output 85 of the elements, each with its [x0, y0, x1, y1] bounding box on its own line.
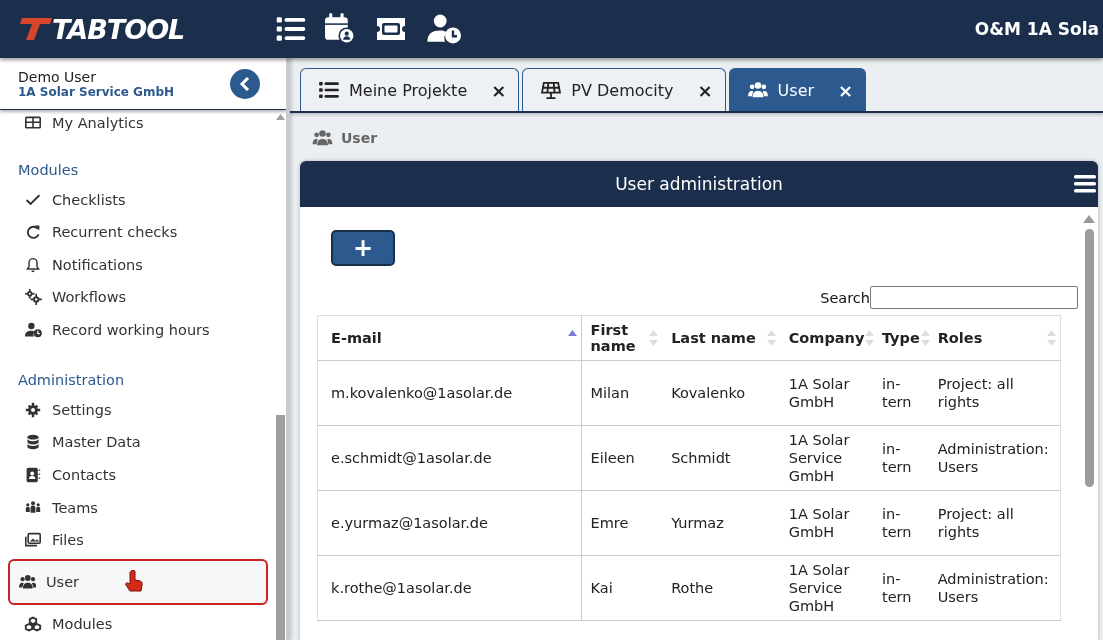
table-cell: 1A Solar GmbH: [779, 360, 873, 426]
column-header[interactable]: E-mail: [317, 315, 582, 361]
group-icon: [24, 499, 42, 516]
table-cell: m.kovalenko@1asolar.de: [317, 360, 582, 426]
solar-panel-icon: [541, 81, 562, 99]
sidebar-item[interactable]: Record working hours: [8, 313, 268, 347]
sidebar-item[interactable]: Contacts: [8, 458, 268, 492]
cubes-icon: [24, 615, 42, 632]
close-button[interactable]: ×: [697, 79, 713, 101]
table-cell: Administration: Users: [928, 555, 1061, 621]
search-label: Search: [820, 289, 870, 306]
user-name: Demo User: [18, 68, 97, 85]
table-cell: Project: all rights: [928, 360, 1061, 426]
table-cell: Kovalenko: [662, 360, 780, 426]
column-header[interactable]: Company: [779, 315, 873, 361]
section-heading: Administration: [17, 371, 126, 391]
refresh-icon: [24, 224, 42, 241]
chevron-left-icon: [239, 76, 251, 91]
gears-icon: [24, 289, 42, 306]
close-button[interactable]: ×: [838, 79, 854, 101]
users-icon: [18, 574, 36, 590]
table-cell: Eileen: [581, 425, 663, 491]
scroll-up-icon[interactable]: [276, 114, 285, 120]
column-header[interactable]: Last name: [662, 315, 780, 361]
list-icon[interactable]: [276, 16, 307, 42]
table-cell: Schmidt: [662, 425, 780, 491]
breadcrumb: User: [341, 130, 378, 146]
tab[interactable]: Meine Projekte ×: [300, 68, 520, 111]
search-field[interactable]: [870, 286, 1078, 309]
tab[interactable]: User ×: [728, 68, 867, 111]
sidebar-item[interactable]: Master Data: [8, 426, 268, 459]
sidebar-item[interactable]: My Analytics: [8, 110, 268, 137]
table-cell: 1A Solar GmbH: [779, 490, 873, 556]
sidebar-item[interactable]: Teams: [8, 491, 268, 525]
users-icon: [312, 129, 333, 147]
table-cell: e.schmidt@1asolar.de: [317, 425, 582, 491]
scroll-up-icon[interactable]: [1083, 215, 1095, 223]
app-logo[interactable]: TABTOOL: [52, 13, 185, 45]
tenant-name: O&M 1A Sola: [974, 19, 1099, 39]
table-cell: 1A Solar Service GmbH: [779, 555, 873, 621]
contact-card-icon: [24, 467, 42, 484]
company-name: 1A Solar Service GmbH: [18, 84, 176, 99]
table-cell: 1A Solar Service GmbH: [779, 425, 873, 491]
table-cell: Yurmaz: [662, 490, 780, 556]
list-icon: [319, 81, 339, 99]
table-cell: in-tern: [872, 425, 929, 491]
sidebar-item[interactable]: Modules: [8, 607, 268, 640]
table-cell: Project: all rights: [928, 490, 1061, 556]
sidebar-item[interactable]: User: [8, 558, 268, 606]
sidebar-item[interactable]: Checklists: [8, 183, 268, 216]
column-header[interactable]: Roles: [928, 315, 1061, 361]
table-cell: Milan: [581, 360, 663, 426]
panel-title: User administration: [615, 174, 783, 194]
sidebar-item[interactable]: Workflows: [8, 281, 268, 314]
bell-icon: [24, 256, 42, 273]
table-cell: Administration: Users: [928, 425, 1061, 491]
logo-mark-icon: [18, 18, 52, 40]
chart-icon: [24, 115, 42, 132]
section-heading: Modules: [17, 161, 80, 181]
column-header[interactable]: Type: [872, 315, 929, 361]
close-button[interactable]: ×: [491, 79, 507, 101]
table-cell: e.yurmaz@1asolar.de: [317, 490, 582, 556]
settings-icon: [24, 401, 42, 418]
sidebar-item[interactable]: Settings: [8, 393, 268, 427]
add-button[interactable]: +: [331, 230, 395, 266]
hand-pointer-icon: [125, 570, 144, 594]
sidebar-item[interactable]: Notifications: [8, 248, 268, 282]
collapse-button[interactable]: [230, 68, 260, 99]
calendar-user-icon[interactable]: [324, 13, 357, 45]
table-cell: in-tern: [872, 555, 929, 621]
sidebar-item[interactable]: Recurrent checks: [8, 215, 268, 249]
users-icon: [747, 81, 768, 99]
table-cell: Emre: [581, 490, 663, 556]
table-cell: k.rothe@1asolar.de: [317, 555, 582, 621]
user-clock-icon: [24, 322, 42, 339]
table-cell: Rothe: [662, 555, 780, 621]
table-cell: in-tern: [872, 490, 929, 556]
sidebar-item[interactable]: Files: [8, 524, 268, 557]
table-cell: Kai: [581, 555, 663, 621]
menu-icon[interactable]: [1074, 174, 1096, 194]
tab[interactable]: PV Democity ×: [522, 68, 726, 111]
column-header[interactable]: First name: [581, 315, 663, 361]
images-icon: [24, 532, 42, 549]
database-icon: [24, 434, 42, 451]
table-cell: in-tern: [872, 360, 929, 426]
